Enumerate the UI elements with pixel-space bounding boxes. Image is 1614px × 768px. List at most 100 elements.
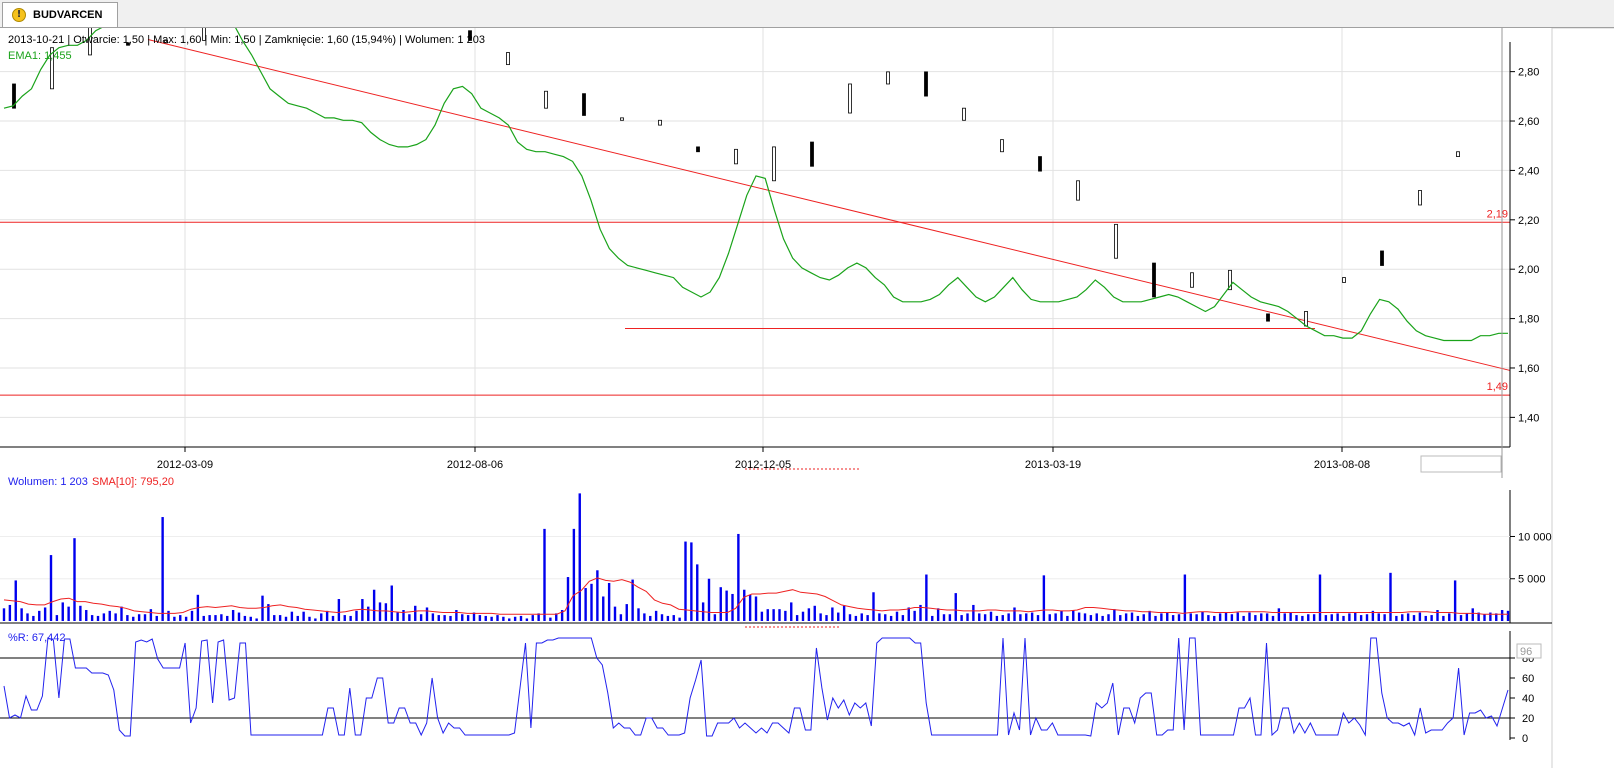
volume-bar xyxy=(284,616,288,621)
volume-bar xyxy=(1348,613,1351,621)
volume-bar xyxy=(666,615,670,621)
volume-bar xyxy=(1289,612,1292,621)
volume-bar xyxy=(1019,614,1022,621)
volume-bar xyxy=(1177,614,1181,621)
candle xyxy=(772,146,776,182)
candle xyxy=(658,119,662,126)
volume-bar xyxy=(102,613,106,621)
volume-bar xyxy=(478,615,482,621)
volume-bar xyxy=(1213,615,1216,621)
volume-bar xyxy=(1330,614,1333,621)
volume-bar xyxy=(960,615,963,621)
volume-bar xyxy=(278,615,282,621)
volume-bar xyxy=(396,612,399,621)
volume-bar xyxy=(889,615,893,621)
date-tick-label: 2012-08-06 xyxy=(447,459,503,471)
volume-bar xyxy=(231,610,235,621)
volume-bar xyxy=(96,615,100,621)
volume-bar xyxy=(367,606,370,621)
volume-bar xyxy=(572,528,576,621)
volume-bar xyxy=(801,611,805,621)
volume-bar xyxy=(402,610,405,621)
volume-bar xyxy=(167,610,170,621)
volume-bar xyxy=(325,610,329,621)
volume-bar xyxy=(361,599,364,621)
volume-bar xyxy=(490,616,493,621)
volume-bar xyxy=(179,615,182,621)
volume-bar xyxy=(543,528,546,621)
volume-bar xyxy=(1248,612,1251,621)
volume-bar xyxy=(760,611,764,621)
volume-bar xyxy=(261,595,264,621)
volume-bar xyxy=(1066,615,1069,621)
price-tick-label: 2,60 xyxy=(1518,116,1539,128)
candle xyxy=(544,90,548,109)
volume-bar xyxy=(67,606,70,621)
volume-bar xyxy=(484,615,487,621)
volume-bar xyxy=(132,616,135,621)
volume-bar xyxy=(936,608,940,621)
volume-bar xyxy=(32,615,35,621)
volume-bar xyxy=(1025,613,1028,621)
volume-bar xyxy=(320,613,323,621)
volume-bar xyxy=(349,615,352,621)
candle xyxy=(886,71,890,85)
volume-bar xyxy=(143,614,147,621)
candle xyxy=(1190,272,1194,288)
volume-bar xyxy=(173,616,176,621)
price-tick-label: 2,40 xyxy=(1518,165,1539,177)
volume-bar xyxy=(2,608,6,621)
candle xyxy=(506,52,510,66)
volume-bar xyxy=(872,592,875,621)
volume-bar xyxy=(114,613,117,621)
volume-bar xyxy=(819,613,822,621)
candle xyxy=(1000,139,1004,153)
volume-bar xyxy=(49,555,53,621)
volume-bar xyxy=(942,614,946,621)
price-info-header: 2013-10-21 | Otwarcie: 1,50 | Max: 1,60 … xyxy=(8,34,485,46)
volume-bar xyxy=(1207,615,1210,621)
candle xyxy=(848,83,852,114)
volume-bar xyxy=(502,616,505,621)
volume-bar xyxy=(748,594,752,621)
volume-bar xyxy=(1113,609,1116,621)
volume-bar xyxy=(1395,615,1398,621)
volume-bar xyxy=(725,590,728,621)
volume-bar xyxy=(220,614,223,621)
volume-bar xyxy=(972,604,975,621)
volume-bar xyxy=(1406,613,1410,621)
volume-bar xyxy=(848,614,852,621)
price-tick-label: 2,80 xyxy=(1518,67,1539,79)
volume-bar xyxy=(901,615,905,621)
volume-bar xyxy=(290,611,294,621)
volume-bar xyxy=(837,612,840,621)
volume-bar xyxy=(1336,613,1339,621)
volume-bar xyxy=(443,615,446,621)
volume-bar xyxy=(1183,574,1187,621)
volume-bar xyxy=(1412,615,1416,621)
volume-bar xyxy=(208,615,211,621)
tab-budvarcen[interactable]: ! BUDVARCEN xyxy=(2,2,118,27)
volume-bar xyxy=(1001,615,1004,621)
volume-bar xyxy=(1089,615,1093,621)
volume-bar xyxy=(602,596,605,621)
volume-bar xyxy=(1077,612,1081,621)
volume-bar xyxy=(1271,615,1275,621)
volume-bar xyxy=(684,541,687,621)
volume-bar xyxy=(1148,610,1151,621)
volume-bar xyxy=(408,614,411,621)
candle xyxy=(582,93,586,116)
wr-tick-label: 40 xyxy=(1522,693,1534,705)
volume-bar xyxy=(1318,574,1322,621)
volume-bar xyxy=(590,583,593,621)
volume-bar xyxy=(907,607,910,621)
volume-bar xyxy=(384,603,388,621)
volume-bar xyxy=(978,613,981,621)
candle xyxy=(1266,313,1270,322)
level-label: 1,49 xyxy=(1487,381,1508,393)
stock-chart[interactable]: 1,40 1,60 1,80 2,00 2,20 2,40 2,60 2,80 2,19 1,4… xyxy=(0,28,1614,768)
volume-bar xyxy=(90,615,94,621)
volume-bar xyxy=(108,610,111,621)
volume-bar xyxy=(637,608,640,621)
volume-bar xyxy=(1424,615,1427,621)
